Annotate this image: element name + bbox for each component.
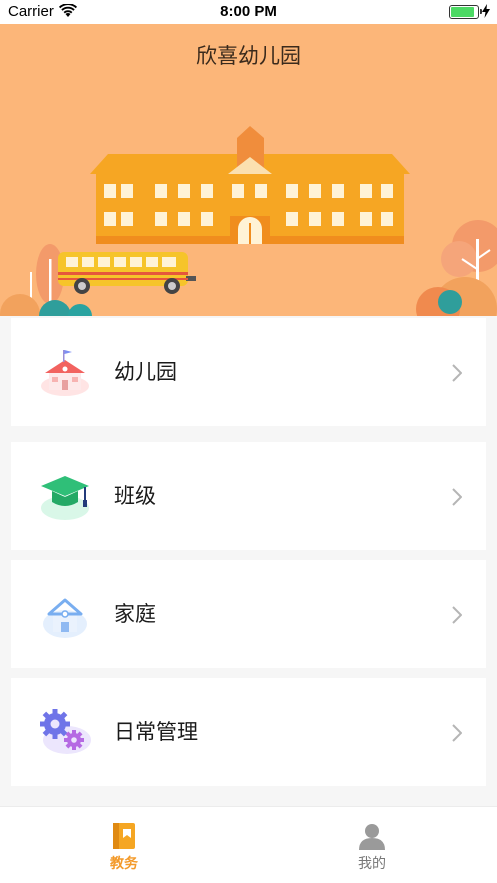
chevron-right-icon	[452, 488, 462, 506]
gears-icon	[40, 709, 91, 754]
chevron-right-icon	[452, 364, 462, 382]
status-time: 8:00 PM	[220, 3, 277, 20]
menu-item-label: 日常管理	[114, 720, 198, 744]
banner: 欣喜幼儿园	[0, 24, 497, 316]
menu-item-family[interactable]: 家庭	[11, 560, 486, 668]
menu-item-daily-management[interactable]: 日常管理	[11, 678, 486, 786]
menu-item-label: 家庭	[114, 602, 156, 626]
tab-academic-affairs[interactable]: 教务	[0, 807, 248, 883]
kindergarten-building-icon	[41, 350, 89, 396]
tab-label: 教务	[110, 856, 138, 872]
home-icon	[43, 598, 87, 638]
page-title: 欣喜幼儿园	[196, 44, 301, 68]
menu-item-label: 班级	[114, 484, 156, 508]
tab-mine[interactable]: 我的	[248, 807, 496, 883]
battery-icon	[449, 5, 482, 19]
menu-item-class[interactable]: 班级	[11, 442, 486, 550]
chevron-right-icon	[452, 606, 462, 624]
graduation-cap-icon	[41, 476, 89, 520]
menu-item-kindergarten[interactable]: 幼儿园	[11, 318, 486, 426]
tab-label: 我的	[358, 856, 386, 872]
book-icon	[113, 823, 135, 849]
chevron-right-icon	[452, 724, 462, 742]
user-icon	[359, 824, 385, 850]
charging-bolt-icon	[482, 4, 490, 18]
status-bar: Carrier 8:00 PM	[0, 0, 497, 24]
tab-bar: 教务 我的	[0, 806, 497, 883]
menu-item-label: 幼儿园	[114, 360, 177, 384]
